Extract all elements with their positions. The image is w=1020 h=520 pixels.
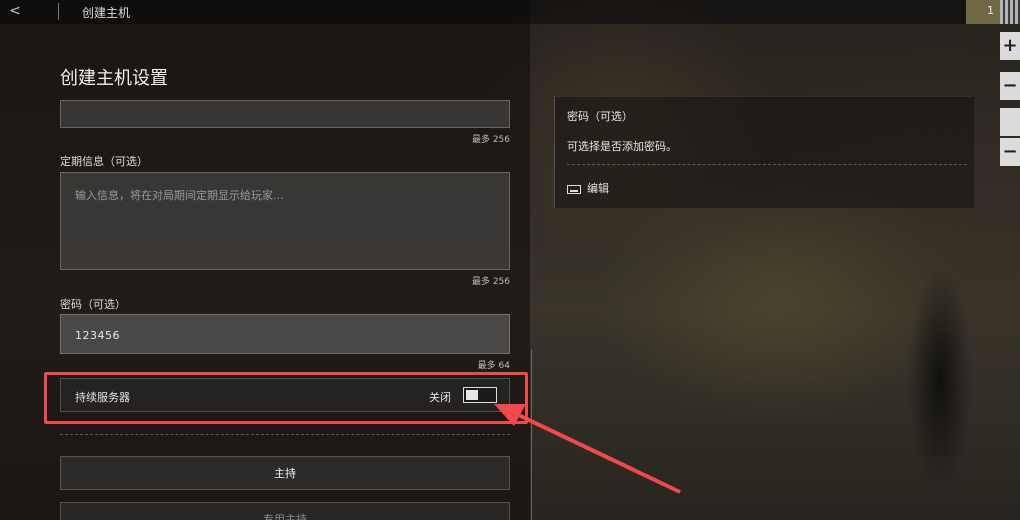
dedicated-host-button[interactable]: 专用主持 [60, 502, 510, 520]
server-name-limit: 最多 256 [471, 135, 510, 145]
info-description: 可选择是否添加密码。 [567, 140, 677, 153]
edit-label: 编辑 [587, 182, 609, 195]
tool-icon[interactable] [1000, 108, 1020, 136]
periodic-info-placeholder: 输入信息，将在对局期间定期显示给玩家... [75, 189, 284, 202]
top-bar: < 创建主机 1 [0, 0, 1020, 24]
password-limit: 最多 64 [477, 361, 510, 371]
annotation-highlight-box [44, 372, 528, 424]
periodic-info-limit: 最多 256 [471, 277, 510, 287]
soldier-silhouette [900, 220, 980, 520]
qr-code-icon [1000, 0, 1020, 24]
back-icon[interactable]: < [6, 2, 24, 20]
window-title: 创建主机 [82, 6, 131, 20]
password-label: 密码（可选） [60, 298, 126, 311]
page-title: 创建主机设置 [60, 68, 168, 89]
server-name-field[interactable] [60, 100, 510, 128]
info-divider [567, 164, 967, 165]
host-button[interactable]: 主持 [60, 456, 510, 490]
keyboard-icon [567, 184, 581, 194]
plus-icon[interactable]: + [1000, 32, 1020, 60]
collapse-icon[interactable]: − [1000, 138, 1020, 166]
info-title: 密码（可选） [567, 110, 633, 123]
periodic-info-label: 定期信息（可选） [60, 155, 148, 168]
password-value: 123456 [75, 329, 120, 342]
top-bar-divider [58, 3, 59, 20]
info-panel: 密码（可选） 可选择是否添加密码。 编辑 [554, 96, 974, 208]
minus-icon[interactable]: − [1000, 72, 1020, 100]
password-field[interactable]: 123456 [60, 314, 510, 354]
player-level-badge: 1 [966, 0, 1000, 24]
panel-divider [531, 350, 532, 520]
edit-button[interactable]: 编辑 [567, 180, 609, 196]
periodic-info-field[interactable]: 输入信息，将在对局期间定期显示给玩家... [60, 172, 510, 270]
divider [60, 434, 510, 435]
